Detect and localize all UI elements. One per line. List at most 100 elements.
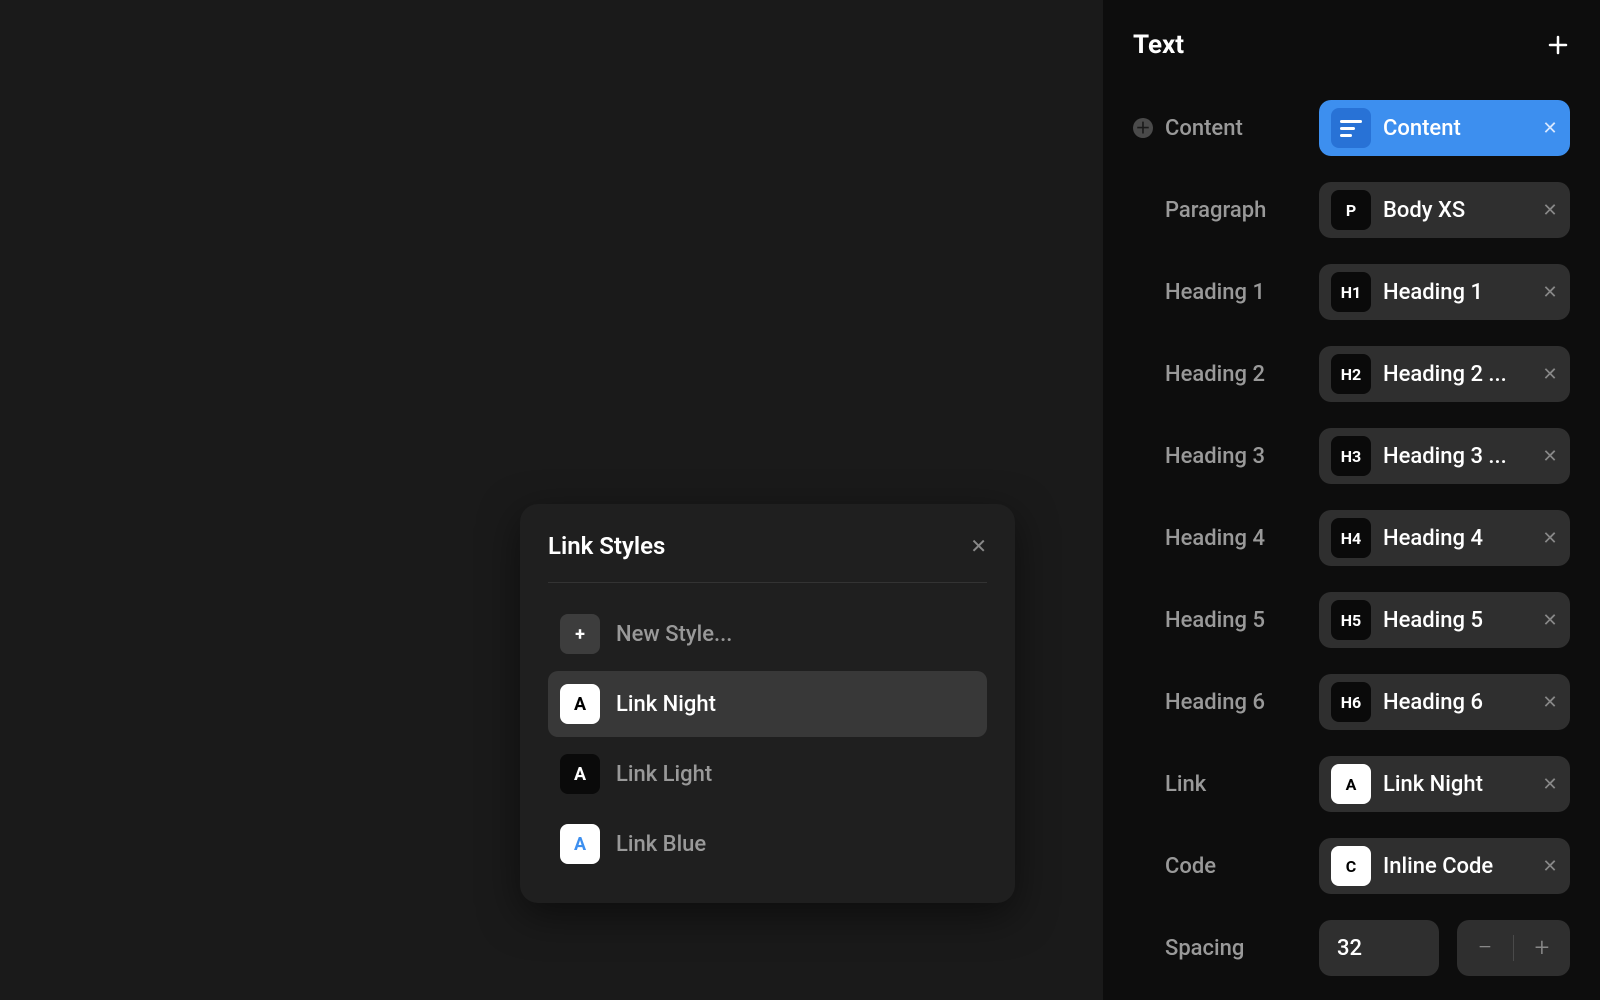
content-icon — [1331, 108, 1371, 148]
style-label-col: ＋ Content — [1133, 116, 1303, 141]
spacing-stepper: − + — [1457, 920, 1570, 976]
plus-icon — [1548, 35, 1568, 55]
style-label-col: Code — [1133, 854, 1303, 879]
style-row-heading-4: Heading 4 H4 Heading 4 ✕ — [1133, 510, 1570, 566]
style-label: Heading 5 — [1165, 608, 1265, 633]
remove-icon[interactable]: ✕ — [1542, 528, 1558, 549]
h4-badge-icon: H4 — [1331, 518, 1371, 558]
style-pill-heading-1[interactable]: H1 Heading 1 ✕ — [1319, 264, 1570, 320]
remove-icon[interactable]: ✕ — [1542, 282, 1558, 303]
add-button[interactable] — [1546, 33, 1570, 57]
pill-value: Inline Code — [1383, 854, 1530, 879]
popover-header: Link Styles ✕ — [548, 532, 987, 560]
style-label-col: Spacing — [1133, 936, 1303, 961]
style-pill-heading-6[interactable]: H6 Heading 6 ✕ — [1319, 674, 1570, 730]
close-icon[interactable]: ✕ — [970, 534, 987, 558]
panel-header: Text — [1133, 30, 1570, 60]
style-row-heading-1: Heading 1 H1 Heading 1 ✕ — [1133, 264, 1570, 320]
popover-item-link-light[interactable]: A Link Light — [548, 741, 987, 807]
style-label-col: Heading 1 — [1133, 280, 1303, 305]
decrement-button[interactable]: − — [1457, 920, 1513, 976]
pill-value: Heading 5 — [1383, 608, 1530, 633]
style-row-paragraph: Paragraph P Body XS ✕ — [1133, 182, 1570, 238]
style-label: Heading 1 — [1165, 280, 1265, 305]
remove-icon[interactable]: ✕ — [1542, 364, 1558, 385]
style-label: Heading 3 — [1165, 444, 1265, 469]
style-label-col: Heading 5 — [1133, 608, 1303, 633]
popover-item-label: New Style... — [616, 622, 732, 647]
style-label-col: Heading 4 — [1133, 526, 1303, 551]
remove-icon[interactable]: ✕ — [1542, 774, 1558, 795]
popover-title: Link Styles — [548, 532, 665, 560]
popover-item-label: Link Night — [616, 692, 716, 717]
style-label-col: Paragraph — [1133, 198, 1303, 223]
style-row-heading-5: Heading 5 H5 Heading 5 ✕ — [1133, 592, 1570, 648]
style-pill-heading-3[interactable]: H3 Heading 3 ... ✕ — [1319, 428, 1570, 484]
link-style-icon: A — [560, 754, 600, 794]
pill-value: Heading 4 — [1383, 526, 1530, 551]
style-label: Link — [1165, 772, 1206, 797]
spacing-value-input[interactable]: 32 — [1319, 920, 1439, 976]
pill-value: Heading 2 ... — [1383, 362, 1530, 387]
style-label: Heading 2 — [1165, 362, 1265, 387]
link-style-icon: A — [560, 684, 600, 724]
style-pill-code[interactable]: C Inline Code ✕ — [1319, 838, 1570, 894]
code-badge-icon: C — [1331, 846, 1371, 886]
remove-icon[interactable]: ✕ — [1542, 692, 1558, 713]
style-label: Spacing — [1165, 936, 1244, 961]
plus-icon: ＋ — [1135, 121, 1150, 136]
remove-icon[interactable]: ✕ — [1542, 118, 1558, 139]
style-pill-heading-2[interactable]: H2 Heading 2 ... ✕ — [1319, 346, 1570, 402]
style-row-heading-2: Heading 2 H2 Heading 2 ... ✕ — [1133, 346, 1570, 402]
panel-title: Text — [1133, 30, 1184, 60]
popover-item-new-style[interactable]: + New Style... — [548, 601, 987, 667]
link-style-icon: A — [560, 824, 600, 864]
style-label-col: Heading 3 — [1133, 444, 1303, 469]
pill-value: Content — [1383, 116, 1530, 141]
popover-divider — [548, 582, 987, 583]
increment-button[interactable]: + — [1514, 920, 1570, 976]
plus-icon: + — [560, 614, 600, 654]
style-pill-content[interactable]: Content ✕ — [1319, 100, 1570, 156]
style-label: Heading 6 — [1165, 690, 1265, 715]
pill-value: Link Night — [1383, 772, 1530, 797]
link-badge-icon: A — [1331, 764, 1371, 804]
popover-item-link-blue[interactable]: A Link Blue — [548, 811, 987, 877]
pill-value: Heading 1 — [1383, 280, 1530, 305]
style-row-heading-3: Heading 3 H3 Heading 3 ... ✕ — [1133, 428, 1570, 484]
remove-icon[interactable]: ✕ — [1542, 856, 1558, 877]
style-row-code: Code C Inline Code ✕ — [1133, 838, 1570, 894]
style-label: Code — [1165, 854, 1216, 879]
remove-icon[interactable]: ✕ — [1542, 610, 1558, 631]
style-label: Paragraph — [1165, 198, 1266, 223]
popover-item-label: Link Light — [616, 762, 712, 787]
popover-item-label: Link Blue — [616, 832, 706, 857]
pill-value: Body XS — [1383, 198, 1530, 223]
h5-badge-icon: H5 — [1331, 600, 1371, 640]
style-row-link: Link A Link Night ✕ — [1133, 756, 1570, 812]
style-pill-link[interactable]: A Link Night ✕ — [1319, 756, 1570, 812]
style-row-spacing: Spacing 32 − + — [1133, 920, 1570, 976]
h3-badge-icon: H3 — [1331, 436, 1371, 476]
text-styles-panel: Text ＋ Content Content ✕ Paragraph — [1103, 0, 1600, 1000]
style-label-col: Heading 2 — [1133, 362, 1303, 387]
pill-value: Heading 3 ... — [1383, 444, 1530, 469]
remove-icon[interactable]: ✕ — [1542, 200, 1558, 221]
style-pill-heading-4[interactable]: H4 Heading 4 ✕ — [1319, 510, 1570, 566]
pill-value: Heading 6 — [1383, 690, 1530, 715]
popover-item-link-night[interactable]: A Link Night — [548, 671, 987, 737]
h1-badge-icon: H1 — [1331, 272, 1371, 312]
spacing-controls: 32 − + — [1319, 920, 1570, 976]
style-row-heading-6: Heading 6 H6 Heading 6 ✕ — [1133, 674, 1570, 730]
style-pill-paragraph[interactable]: P Body XS ✕ — [1319, 182, 1570, 238]
h2-badge-icon: H2 — [1331, 354, 1371, 394]
style-label: Heading 4 — [1165, 526, 1265, 551]
style-pill-heading-5[interactable]: H5 Heading 5 ✕ — [1319, 592, 1570, 648]
add-content-icon[interactable]: ＋ — [1133, 118, 1153, 138]
style-label-col: Heading 6 — [1133, 690, 1303, 715]
style-label-col: Link — [1133, 772, 1303, 797]
style-label: Content — [1165, 116, 1243, 141]
remove-icon[interactable]: ✕ — [1542, 446, 1558, 467]
link-styles-popover: Link Styles ✕ + New Style... A Link Nigh… — [520, 504, 1015, 903]
style-row-content: ＋ Content Content ✕ — [1133, 100, 1570, 156]
